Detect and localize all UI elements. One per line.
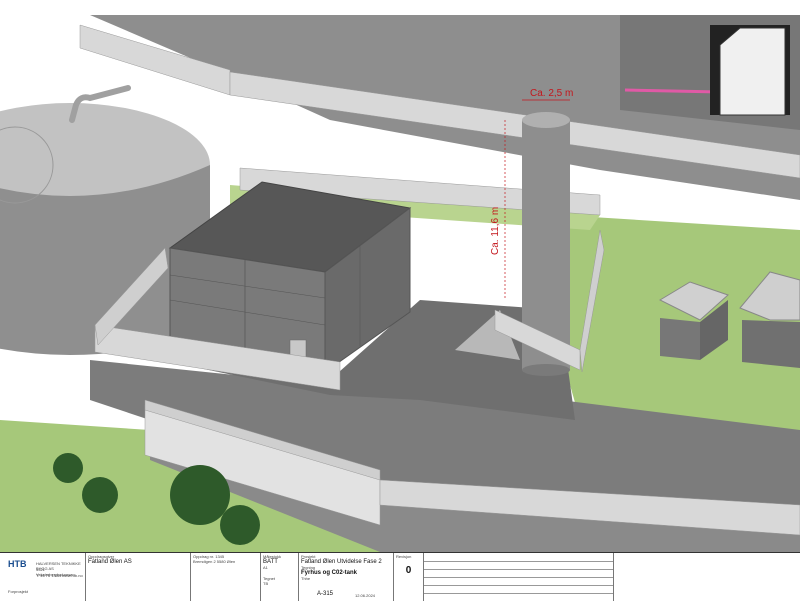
client-value: Fatland Ølen AS	[88, 559, 132, 565]
inset-building	[719, 27, 786, 116]
checked-value: Thhe	[301, 576, 311, 581]
project-cell: Prosjekt Fatland Ølen Utvidelse Fase 2 T…	[298, 553, 393, 601]
notes-cell	[613, 553, 800, 601]
revision-table	[423, 553, 613, 601]
scale-cell: Målestokk BATT A1 Tegnet TB	[260, 553, 298, 601]
dimension-width-label: Ca. 2,5 m	[530, 88, 573, 99]
co2-tank-top	[522, 112, 570, 128]
htb-logo: HTB	[8, 559, 27, 569]
address-cell: Oppdrag nr. 1345 Bremdigen 2 5580 Ølen	[190, 553, 260, 601]
company-phone: T: 46 76 14 54	[36, 573, 62, 578]
revision-value: 0	[405, 565, 412, 576]
address-value: Bremdigen 2 5580 Ølen	[193, 559, 236, 564]
magenta-line	[624, 88, 721, 94]
drawing-number: A-315	[317, 591, 334, 597]
drawing-date: 12.06.2024	[355, 593, 376, 598]
tree	[82, 477, 118, 513]
tree	[53, 453, 83, 483]
3d-site-view: Ca. 2,5 m Ca. 11,6 m	[0, 0, 800, 552]
shed2-wall	[742, 320, 800, 368]
tree	[170, 465, 230, 525]
revision-cell: Revisjon 0	[393, 553, 423, 601]
company-web: www.htb.no	[62, 573, 83, 578]
revision-label: Revisjon	[396, 554, 412, 559]
co2-tank-base	[522, 364, 570, 376]
client-cell: Oppdragsgiver Fatland Ølen AS	[85, 553, 190, 601]
title-block-logo-cell: HTB HALVERSEN TEKNIKKE BYGG AS 3321 Veks…	[0, 553, 85, 601]
drawn-value: TB	[263, 581, 269, 586]
tree	[220, 505, 260, 545]
sheet-size: A1	[263, 565, 268, 570]
drawing-phase: Forprosjekt	[8, 589, 29, 594]
dimension-height-label: Ca. 11,6 m	[490, 207, 501, 255]
title-block: HTB HALVERSEN TEKNIKKE BYGG AS 3321 Veks…	[0, 552, 800, 601]
shed-wall	[660, 318, 700, 360]
